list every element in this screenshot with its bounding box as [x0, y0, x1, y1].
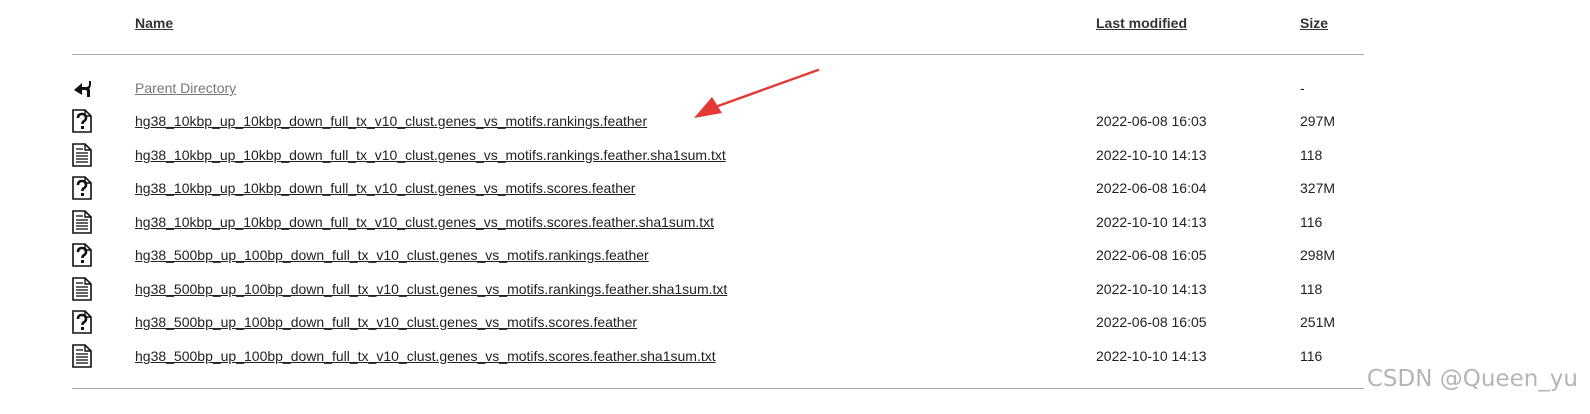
file-link[interactable]: hg38_10kbp_up_10kbp_down_full_tx_v10_clu…	[135, 147, 726, 163]
footer-divider	[72, 388, 1364, 389]
file-link[interactable]: hg38_500bp_up_100bp_down_full_tx_v10_clu…	[135, 348, 716, 364]
parent-directory-row: Parent Directory -	[0, 76, 1590, 110]
file-row: hg38_10kbp_up_10kbp_down_full_tx_v10_clu…	[0, 143, 1590, 177]
file-size: 118	[1300, 147, 1323, 163]
file-size: 251M	[1300, 314, 1336, 330]
text-file-icon	[72, 344, 92, 368]
file-link[interactable]: hg38_10kbp_up_10kbp_down_full_tx_v10_clu…	[135, 214, 714, 230]
file-size: 116	[1300, 348, 1323, 364]
file-row: hg38_500bp_up_100bp_down_full_tx_v10_clu…	[0, 344, 1590, 378]
file-date: 2022-10-10 14:13	[1096, 147, 1207, 163]
text-file-icon	[72, 210, 92, 234]
file-date: 2022-06-08 16:05	[1096, 314, 1207, 330]
file-size: 116	[1300, 214, 1323, 230]
file-date: 2022-06-08 16:05	[1096, 247, 1207, 263]
unknown-file-icon	[72, 310, 92, 334]
file-size: 297M	[1300, 113, 1336, 129]
directory-listing-page: Name Last modified Size Parent Directory…	[0, 0, 1590, 414]
file-link[interactable]: hg38_10kbp_up_10kbp_down_full_tx_v10_clu…	[135, 113, 647, 129]
file-date: 2022-06-08 16:03	[1096, 113, 1207, 129]
file-size: 118	[1300, 281, 1323, 297]
column-header-name[interactable]: Name	[135, 15, 173, 31]
unknown-file-icon	[72, 176, 92, 200]
file-size: 298M	[1300, 247, 1336, 263]
file-row: hg38_10kbp_up_10kbp_down_full_tx_v10_clu…	[0, 176, 1590, 210]
unknown-file-icon	[72, 109, 92, 133]
back-arrow-icon	[74, 81, 91, 97]
file-row: hg38_500bp_up_100bp_down_full_tx_v10_clu…	[0, 243, 1590, 277]
file-link[interactable]: hg38_10kbp_up_10kbp_down_full_tx_v10_clu…	[135, 180, 635, 196]
file-link[interactable]: hg38_500bp_up_100bp_down_full_tx_v10_clu…	[135, 247, 649, 263]
watermark: CSDN @Queen_yu	[1366, 366, 1578, 392]
parent-directory-link[interactable]: Parent Directory	[135, 80, 236, 96]
unknown-file-icon	[72, 243, 92, 267]
file-row: hg38_500bp_up_100bp_down_full_tx_v10_clu…	[0, 277, 1590, 311]
file-link[interactable]: hg38_500bp_up_100bp_down_full_tx_v10_clu…	[135, 281, 727, 297]
file-size: -	[1300, 80, 1305, 96]
header-divider	[72, 54, 1364, 55]
file-size: 327M	[1300, 180, 1336, 196]
file-date: 2022-10-10 14:13	[1096, 348, 1207, 364]
file-row: hg38_10kbp_up_10kbp_down_full_tx_v10_clu…	[0, 109, 1590, 143]
file-date: 2022-10-10 14:13	[1096, 281, 1207, 297]
text-file-icon	[72, 277, 92, 301]
file-date: 2022-10-10 14:13	[1096, 214, 1207, 230]
file-row: hg38_10kbp_up_10kbp_down_full_tx_v10_clu…	[0, 210, 1590, 244]
file-date: 2022-06-08 16:04	[1096, 180, 1207, 196]
file-link[interactable]: hg38_500bp_up_100bp_down_full_tx_v10_clu…	[135, 314, 637, 330]
column-header-size[interactable]: Size	[1300, 15, 1328, 31]
column-header-last-modified[interactable]: Last modified	[1096, 15, 1187, 31]
file-row: hg38_500bp_up_100bp_down_full_tx_v10_clu…	[0, 310, 1590, 344]
text-file-icon	[72, 143, 92, 167]
